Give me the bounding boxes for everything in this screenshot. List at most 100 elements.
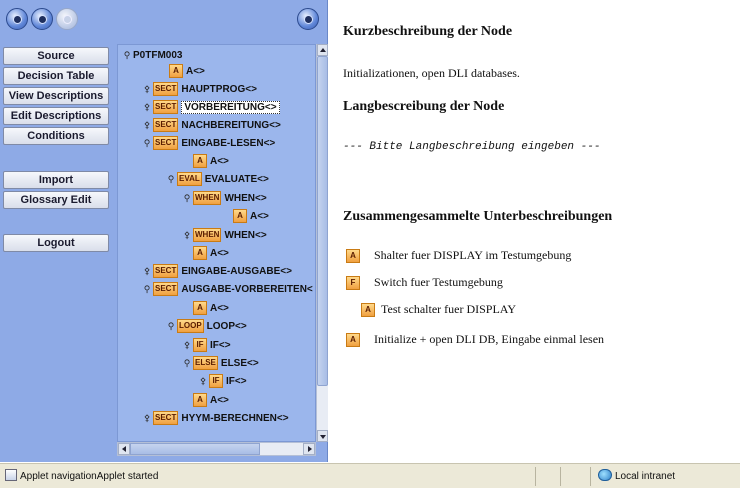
expand-toggle-icon[interactable]: ⚴	[142, 120, 152, 131]
tree-node[interactable]: A A<>	[182, 392, 229, 408]
tree-node-label[interactable]: IF<>	[210, 340, 231, 351]
scroll-thumb-horizontal[interactable]	[130, 443, 260, 455]
tree-node-label[interactable]: A<>	[250, 211, 269, 222]
source-button[interactable]: Source	[3, 47, 109, 65]
tree-node[interactable]: ⚲ SECT EINGABE-LESEN<>	[142, 135, 275, 151]
tree-node[interactable]: ⚴ SECT NACHBEREITUNG<>	[142, 117, 281, 133]
tree-node-label[interactable]: P0TFM003	[133, 50, 182, 61]
expand-toggle-icon[interactable]: ⚴	[182, 230, 192, 241]
tree-node-label[interactable]: HYYM-BERECHNEN<>	[181, 413, 288, 424]
node-type-icon: F	[346, 275, 360, 290]
tree-node-label[interactable]: WHEN<>	[224, 193, 266, 204]
expand-toggle-icon[interactable]: ⚲	[166, 321, 176, 332]
tree-node[interactable]: ⚲ LOOP LOOP<>	[166, 318, 247, 334]
tree-node[interactable]: ⚲ SECT AUSGABE-VORBEREITEN<	[142, 281, 313, 297]
decision-table-button[interactable]: Decision Table	[3, 67, 109, 85]
tree-node[interactable]: A A<>	[158, 63, 205, 79]
tree-node-label[interactable]: A<>	[186, 66, 205, 77]
node-type-icon: IF	[209, 374, 223, 388]
tree-node-label[interactable]: EVALUATE<>	[205, 174, 269, 185]
tree-node-label[interactable]: EINGABE-LESEN<>	[181, 138, 275, 149]
expand-toggle-icon[interactable]: ⚲	[182, 193, 192, 204]
status-bar: Applet navigationApplet started Local in…	[0, 463, 740, 488]
node-type-icon: WHEN	[193, 228, 222, 242]
expand-toggle-icon[interactable]: ⚲	[142, 138, 152, 149]
short-description-title: Kurzbeschreibung der Node	[343, 24, 513, 39]
view-descriptions-button[interactable]: View Descriptions	[3, 87, 109, 105]
node-type-icon: A	[361, 302, 375, 317]
node-type-icon: A	[193, 301, 207, 315]
import-button[interactable]: Import	[3, 171, 109, 189]
tree-node-label[interactable]: NACHBEREITUNG<>	[181, 120, 280, 131]
expand-toggle-icon[interactable]: ⚴	[198, 376, 208, 387]
tree-node-label[interactable]: ELSE<>	[221, 358, 259, 369]
expand-toggle-icon[interactable]: ⚲	[122, 50, 132, 61]
tree-node[interactable]: ⚴ SECT HYYM-BERECHNEN<>	[142, 410, 289, 426]
tree-node-label[interactable]: VORBEREITUNG<>	[181, 100, 280, 114]
intranet-zone-icon	[598, 469, 612, 481]
long-description-title: Langbescreibung der Node	[343, 99, 505, 114]
back-arrow-icon[interactable]	[6, 8, 28, 30]
conditions-button[interactable]: Conditions	[3, 127, 109, 145]
description-panel: Kurzbeschreibung der Node Initialization…	[341, 0, 736, 462]
scroll-left-icon[interactable]	[118, 443, 130, 455]
tree-node[interactable]: ⚴ SECT VORBEREITUNG<>	[142, 99, 280, 115]
scroll-up-icon[interactable]	[317, 44, 328, 56]
scroll-thumb[interactable]	[317, 56, 328, 386]
tree-node[interactable]: ⚲ ELSE ELSE<>	[182, 355, 259, 371]
tree-node-label[interactable]: LOOP<>	[207, 321, 247, 332]
tree-node-label[interactable]: A<>	[210, 395, 229, 406]
tree-node[interactable]: ⚴ IF IF<>	[198, 373, 247, 389]
navigation-panel: Source Decision Table View Descriptions …	[0, 0, 328, 462]
node-type-icon: SECT	[153, 118, 179, 132]
tree-vertical-scrollbar[interactable]	[316, 44, 328, 442]
tree-node-label[interactable]: A<>	[210, 303, 229, 314]
tree-node[interactable]: ⚲ EVAL EVALUATE<>	[166, 171, 269, 187]
refresh-icon[interactable]	[297, 8, 319, 30]
tree-node[interactable]: A A<>	[222, 208, 269, 224]
tree-node-label[interactable]: A<>	[210, 156, 229, 167]
expand-toggle-icon[interactable]: ⚴	[142, 413, 152, 424]
tree-node-label[interactable]: HAUPTPROG<>	[181, 84, 257, 95]
tree-node-label[interactable]: A<>	[210, 248, 229, 259]
tree-node[interactable]: ⚲ WHEN WHEN<>	[182, 190, 267, 206]
expand-toggle-icon[interactable]: ⚴	[142, 84, 152, 95]
node-type-icon: SECT	[153, 100, 179, 114]
home-icon	[56, 8, 78, 30]
scroll-down-icon[interactable]	[317, 430, 328, 442]
tree-node-label[interactable]: WHEN<>	[224, 230, 266, 241]
security-zone-label: Local intranet	[615, 471, 676, 482]
node-type-icon: SECT	[153, 411, 179, 425]
expand-toggle-icon[interactable]: ⚴	[142, 102, 152, 113]
logout-button[interactable]: Logout	[3, 234, 109, 252]
tree-node-label[interactable]: AUSGABE-VORBEREITEN<	[181, 284, 312, 295]
summary-item-text: Shalter fuer DISPLAY im Testumgebung	[374, 248, 572, 262]
expand-toggle-icon[interactable]: ⚲	[182, 358, 192, 369]
edit-descriptions-button[interactable]: Edit Descriptions	[3, 107, 109, 125]
tree-horizontal-scrollbar[interactable]	[117, 442, 316, 456]
summary-item: A Initialize + open DLI DB, Eingabe einma…	[346, 332, 604, 347]
tree-node[interactable]: A A<>	[182, 245, 229, 261]
scroll-right-icon[interactable]	[303, 443, 315, 455]
tree-node[interactable]: ⚴ IF IF<>	[182, 337, 231, 353]
status-message: Applet navigationApplet started	[20, 471, 159, 482]
expand-toggle-icon[interactable]: ⚴	[182, 340, 192, 351]
tree-node[interactable]: ⚴ WHEN WHEN<>	[182, 227, 267, 243]
node-type-icon: EVAL	[177, 172, 202, 186]
forward-arrow-icon[interactable]	[31, 8, 53, 30]
tree-node[interactable]: A A<>	[182, 300, 229, 316]
glossary-edit-button[interactable]: Glossary Edit	[3, 191, 109, 209]
summary-item-text: Switch fuer Testumgebung	[374, 275, 503, 289]
tree-node[interactable]: ⚴ SECT EINGABE-AUSGABE<>	[142, 263, 292, 279]
node-tree[interactable]: ⚲ P0TFM003 A A<> ⚴ SECT HAUPTPROG<> ⚴ SECT VORBER…	[117, 44, 316, 442]
expand-toggle-icon[interactable]: ⚴	[142, 266, 152, 277]
tree-node-label[interactable]: EINGABE-AUSGABE<>	[181, 266, 292, 277]
tree-node[interactable]: ⚴ SECT HAUPTPROG<>	[142, 81, 257, 97]
node-type-icon: LOOP	[177, 319, 204, 333]
node-type-icon: A	[193, 246, 207, 260]
tree-node[interactable]: ⚲ P0TFM003	[122, 47, 183, 63]
expand-toggle-icon[interactable]: ⚲	[142, 284, 152, 295]
tree-node[interactable]: A A<>	[182, 153, 229, 169]
expand-toggle-icon[interactable]: ⚲	[166, 174, 176, 185]
tree-node-label[interactable]: IF<>	[226, 376, 247, 387]
